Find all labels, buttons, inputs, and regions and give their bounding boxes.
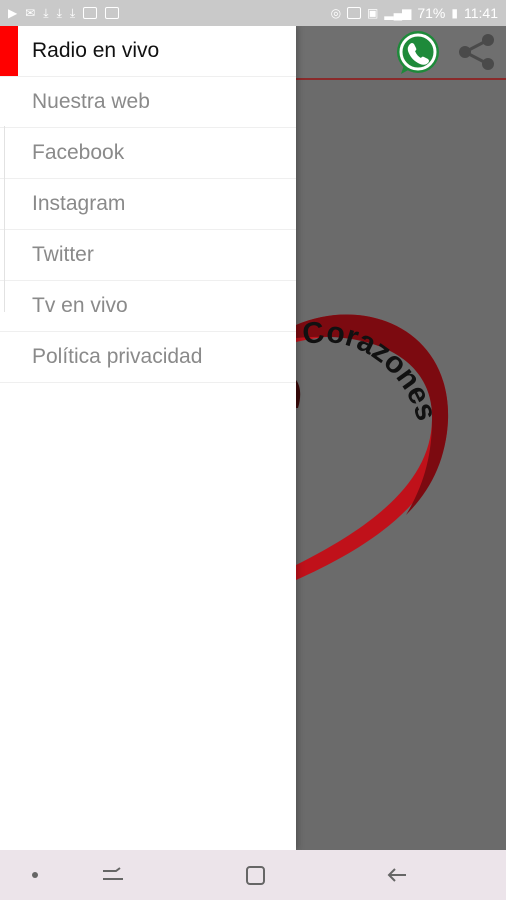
- logo-text-path: Corazones: [300, 316, 443, 425]
- navigation-drawer: Radio en vivo Nuestra web Facebook Insta…: [0, 26, 296, 850]
- clock: 11:41: [464, 5, 498, 21]
- menu-item-nuestra-web[interactable]: Nuestra web: [0, 77, 296, 128]
- whatsapp-icon[interactable]: [392, 28, 444, 78]
- menu-item-label: Nuestra web: [32, 90, 150, 113]
- download-icon-2: ⤓: [56, 6, 62, 20]
- notification-icon: [83, 7, 98, 19]
- menu-item-facebook[interactable]: Facebook: [0, 128, 296, 179]
- sync-icon: ◎: [330, 6, 342, 20]
- menu-item-label: Tv en vivo: [32, 294, 128, 317]
- menu-item-politica-privacidad[interactable]: Política privacidad: [0, 332, 296, 383]
- download-icon: ⤓: [43, 6, 49, 20]
- battery-percent: 71%: [417, 5, 446, 21]
- signal-icon: ▂▄▆: [384, 6, 412, 20]
- status-right: ◎ ▣ ▂▄▆ 71% ▮ 11:41: [331, 5, 498, 21]
- home-icon[interactable]: [240, 860, 270, 890]
- logo-text: Corazones: [300, 316, 443, 425]
- menu-item-twitter[interactable]: Twitter: [0, 230, 296, 281]
- status-left: ▶ ✉ ⤓ ⤓ ⤓: [8, 6, 120, 20]
- active-indicator: [0, 26, 18, 76]
- menu-item-instagram[interactable]: Instagram: [0, 179, 296, 230]
- menu-item-tv-en-vivo[interactable]: Tv en vivo: [0, 281, 296, 332]
- app-content: Corazones: [296, 80, 506, 850]
- menu-item-label: Instagram: [32, 192, 126, 215]
- heart-logo: Corazones: [296, 314, 449, 580]
- nav-dot-icon[interactable]: [20, 860, 50, 890]
- drawer-menu: Radio en vivo Nuestra web Facebook Insta…: [0, 26, 296, 383]
- nfc-icon: [347, 7, 362, 19]
- menu-divider: [0, 126, 5, 312]
- status-bar: ▶ ✉ ⤓ ⤓ ⤓ ◎ ▣ ▂▄▆ 71% ▮ 11:41: [0, 0, 506, 26]
- battery-icon: ▮: [451, 6, 458, 20]
- menu-item-label: Política privacidad: [32, 345, 203, 368]
- cast-icon: ▣: [367, 6, 379, 20]
- gallery-icon: [105, 7, 120, 19]
- back-icon[interactable]: [382, 860, 412, 890]
- download-icon-3: ⤓: [69, 6, 76, 20]
- menu-item-radio-en-vivo[interactable]: Radio en vivo: [0, 26, 296, 77]
- menu-item-label: Twitter: [32, 243, 94, 266]
- menu-item-label: Radio en vivo: [32, 39, 160, 62]
- play-icon: ▶: [8, 6, 18, 20]
- menu-item-label: Facebook: [32, 141, 125, 164]
- share-icon[interactable]: [456, 32, 498, 72]
- system-nav-bar: [0, 850, 506, 900]
- mail-icon: ✉: [25, 6, 36, 20]
- recent-apps-icon[interactable]: [98, 860, 128, 890]
